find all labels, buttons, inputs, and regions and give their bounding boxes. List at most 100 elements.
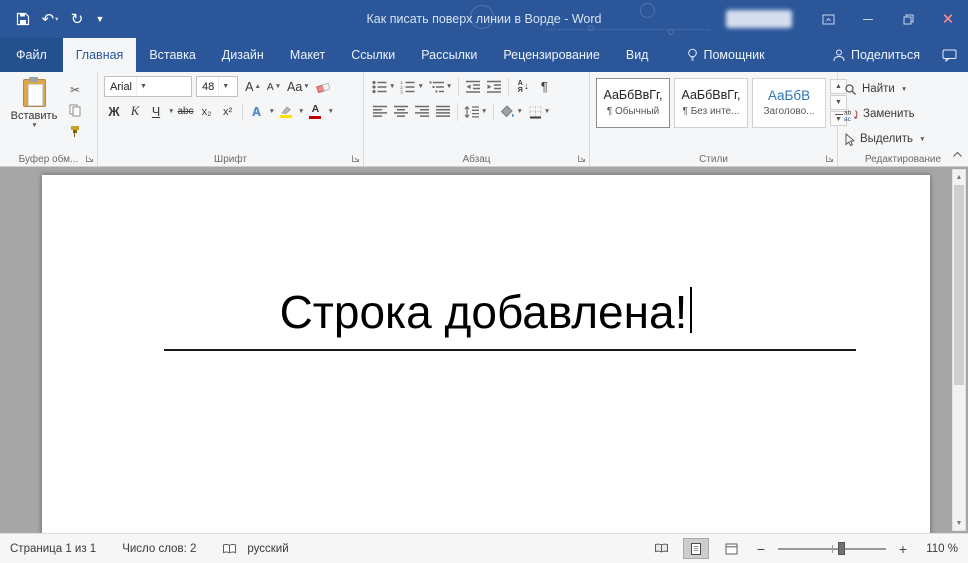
customize-qat-button[interactable]: ▼ — [91, 5, 109, 33]
font-name-dropdown-arrow-icon[interactable]: ▼ — [136, 77, 150, 96]
tab-review[interactable]: Рецензирование — [490, 38, 613, 72]
font-dialog-launcher[interactable] — [350, 153, 361, 164]
line-spacing-button[interactable]: ▼ — [462, 101, 489, 122]
share-button[interactable]: Поделиться — [823, 38, 930, 72]
align-left-button[interactable] — [370, 101, 390, 122]
tab-references[interactable]: Ссылки — [338, 38, 408, 72]
web-layout-button[interactable] — [718, 538, 744, 559]
minimize-button[interactable] — [848, 0, 888, 38]
decrease-indent-button[interactable] — [463, 76, 483, 97]
tab-insert[interactable]: Вставка — [136, 38, 208, 72]
multilevel-list-button[interactable]: ▼ — [427, 76, 454, 97]
close-button[interactable]: ✕ — [928, 0, 968, 38]
paste-button[interactable]: Вставить ▼ — [6, 76, 62, 141]
find-arrow-icon[interactable]: ▼ — [901, 86, 907, 93]
maximize-button[interactable] — [888, 0, 928, 38]
subscript-button[interactable]: x₂ — [197, 101, 217, 122]
copy-button[interactable] — [64, 101, 86, 120]
undo-dropdown-arrow-icon[interactable]: ▾ — [55, 15, 58, 23]
style-normal[interactable]: АаБбВвГг, ¶ Обычный — [596, 78, 670, 128]
superscript-button[interactable]: x² — [218, 101, 238, 122]
select-button[interactable]: Выделить ▼ — [844, 129, 962, 149]
text-effects-button[interactable]: А — [247, 101, 267, 122]
change-case-button[interactable]: Aa▼ — [285, 76, 312, 97]
tab-mailings[interactable]: Рассылки — [408, 38, 490, 72]
select-arrow-icon[interactable]: ▼ — [919, 136, 925, 143]
bold-button[interactable]: Ж — [104, 101, 124, 122]
tab-layout[interactable]: Макет — [277, 38, 338, 72]
style-heading1[interactable]: АаБбВ Заголово... — [752, 78, 826, 128]
collapse-ribbon-button[interactable] — [952, 145, 963, 163]
read-mode-button[interactable] — [648, 538, 674, 559]
document-text-line[interactable]: Строка добавлена! — [42, 285, 930, 339]
font-color-arrow-icon[interactable]: ▼ — [327, 108, 333, 115]
grow-font-button[interactable]: А▲ — [243, 76, 263, 97]
ribbon-display-options-button[interactable] — [808, 0, 848, 38]
numbering-button[interactable]: 123 ▼ — [398, 76, 425, 97]
page-indicator[interactable]: Страница 1 из 1 — [10, 543, 96, 555]
bullets-button[interactable]: ▼ — [370, 76, 397, 97]
undo-button[interactable]: ↶▾ — [37, 5, 63, 33]
zoom-in-button[interactable]: + — [895, 541, 911, 557]
find-button[interactable]: Найти ▼ — [844, 79, 962, 99]
document-page[interactable]: Строка добавлена! — [42, 175, 930, 533]
scroll-up-arrow[interactable]: ▲ — [953, 170, 965, 184]
style-no-spacing[interactable]: АаБбВвГг, ¶ Без инте... — [674, 78, 748, 128]
show-paragraph-marks-button[interactable]: ¶ — [534, 76, 554, 97]
numbering-arrow-icon[interactable]: ▼ — [417, 83, 423, 90]
zoom-out-button[interactable]: − — [753, 541, 769, 557]
language-indicator[interactable]: русский — [247, 543, 288, 555]
paste-dropdown-arrow-icon[interactable]: ▼ — [31, 122, 37, 129]
justify-button[interactable] — [433, 101, 453, 122]
divider — [508, 78, 509, 96]
strikethrough-button[interactable]: abc — [175, 101, 195, 122]
print-layout-button[interactable] — [683, 538, 709, 559]
tab-view[interactable]: Вид — [613, 38, 662, 72]
zoom-level[interactable]: 110 % — [920, 543, 958, 555]
comments-button[interactable] — [930, 38, 968, 72]
increase-indent-button[interactable] — [484, 76, 504, 97]
italic-button[interactable]: К — [125, 101, 145, 122]
clipboard-dialog-launcher[interactable] — [84, 153, 95, 164]
underline-button[interactable]: Ч — [146, 101, 166, 122]
tell-me-assistant[interactable]: Помощник — [677, 38, 774, 72]
proofing-book-icon[interactable] — [222, 543, 237, 555]
scroll-down-arrow[interactable]: ▼ — [953, 516, 965, 530]
sort-button[interactable]: А Я ↓ — [513, 76, 533, 97]
clear-formatting-button[interactable] — [313, 76, 333, 97]
borders-arrow-icon[interactable]: ▼ — [544, 108, 550, 115]
font-color-button[interactable]: А — [305, 101, 325, 122]
highlight-button[interactable] — [276, 101, 296, 122]
zoom-slider-thumb[interactable] — [838, 542, 845, 555]
replace-button[interactable]: ab ac Заменить — [844, 104, 962, 124]
shading-button[interactable]: ▼ — [498, 101, 524, 122]
borders-button[interactable]: ▼ — [526, 101, 552, 122]
cut-button[interactable]: ✂ — [64, 80, 86, 99]
format-painter-button[interactable] — [64, 122, 86, 141]
paragraph-dialog-launcher[interactable] — [576, 153, 587, 164]
scrollbar-thumb[interactable] — [954, 185, 964, 385]
line-spacing-arrow-icon[interactable]: ▼ — [481, 108, 487, 115]
align-center-button[interactable] — [391, 101, 411, 122]
text-effects-arrow-icon[interactable]: ▼ — [269, 108, 275, 115]
font-size-combo[interactable]: 48 ▼ — [196, 76, 238, 97]
shading-arrow-icon[interactable]: ▼ — [516, 108, 522, 115]
highlight-arrow-icon[interactable]: ▼ — [298, 108, 304, 115]
tab-file[interactable]: Файл — [0, 38, 63, 72]
multilevel-arrow-icon[interactable]: ▼ — [446, 83, 452, 90]
styles-dialog-launcher[interactable] — [824, 153, 835, 164]
bullets-arrow-icon[interactable]: ▼ — [389, 83, 395, 90]
word-count[interactable]: Число слов: 2 — [122, 543, 196, 555]
user-account-redacted[interactable] — [726, 10, 792, 28]
align-right-button[interactable] — [412, 101, 432, 122]
redo-button[interactable]: ↻ — [64, 5, 90, 33]
font-size-dropdown-arrow-icon[interactable]: ▼ — [218, 77, 232, 96]
underline-arrow-icon[interactable]: ▼ — [168, 108, 174, 115]
tab-home[interactable]: Главная — [63, 38, 137, 72]
font-name-combo[interactable]: Arial ▼ — [104, 76, 192, 97]
tab-design[interactable]: Дизайн — [209, 38, 277, 72]
vertical-scrollbar[interactable]: ▲ ▼ — [952, 169, 966, 531]
save-button[interactable] — [10, 5, 36, 33]
zoom-slider[interactable] — [778, 548, 886, 550]
shrink-font-button[interactable]: А▼ — [264, 76, 284, 97]
